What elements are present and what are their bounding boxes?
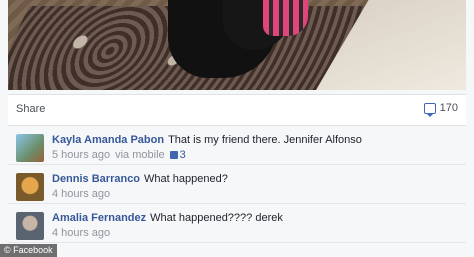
photo-sock bbox=[263, 0, 308, 36]
avatar[interactable] bbox=[16, 173, 44, 201]
share-link[interactable]: Share bbox=[16, 103, 45, 115]
post-photo[interactable] bbox=[8, 0, 466, 90]
avatar[interactable] bbox=[16, 212, 44, 240]
comment-meta: 4 hours ago bbox=[52, 227, 110, 239]
comment-item: Dennis Barranco What happened? 4 hours ag… bbox=[8, 165, 466, 204]
comment-count[interactable]: 170 bbox=[423, 102, 458, 117]
comment-text: What happened? bbox=[144, 173, 228, 185]
comment-body: Dennis Barranco What happened? bbox=[52, 173, 228, 185]
comment-text: What happened???? derek bbox=[150, 212, 283, 224]
commenter-name[interactable]: Amalia Fernandez bbox=[52, 212, 146, 224]
comment-body: Kayla Amanda Pabon That is my friend ther… bbox=[52, 134, 362, 146]
commenter-name[interactable]: Kayla Amanda Pabon bbox=[52, 134, 164, 146]
comment-icon bbox=[423, 102, 436, 117]
comment-item: Kayla Amanda Pabon That is my friend ther… bbox=[8, 126, 466, 165]
comment-via: via mobile bbox=[115, 149, 165, 161]
comment-count-label: 170 bbox=[439, 102, 458, 114]
comment-time[interactable]: 4 hours ago bbox=[52, 227, 110, 239]
action-bar: Share 170 bbox=[8, 94, 466, 126]
thumbs-up-icon bbox=[169, 151, 178, 159]
like-count[interactable]: 3 bbox=[169, 149, 186, 161]
comment-list: Kayla Amanda Pabon That is my friend ther… bbox=[8, 126, 466, 243]
comment-item: Amalia Fernandez What happened???? derek … bbox=[8, 204, 466, 243]
comment-body: Amalia Fernandez What happened???? derek bbox=[52, 212, 283, 224]
comment-time[interactable]: 4 hours ago bbox=[52, 188, 110, 200]
post-frame: Share 170 Kayla Amanda Pabon That is my f… bbox=[0, 0, 474, 257]
comment-time[interactable]: 5 hours ago bbox=[52, 149, 110, 161]
commenter-name[interactable]: Dennis Barranco bbox=[52, 173, 140, 185]
comment-meta: 5 hours ago via mobile 3 bbox=[52, 149, 186, 161]
comment-meta: 4 hours ago bbox=[52, 188, 110, 200]
comment-text: That is my friend there. Jennifer Alfons… bbox=[168, 134, 362, 146]
source-watermark: © Facebook bbox=[0, 244, 57, 257]
like-count-label: 3 bbox=[179, 149, 186, 161]
avatar[interactable] bbox=[16, 134, 44, 162]
